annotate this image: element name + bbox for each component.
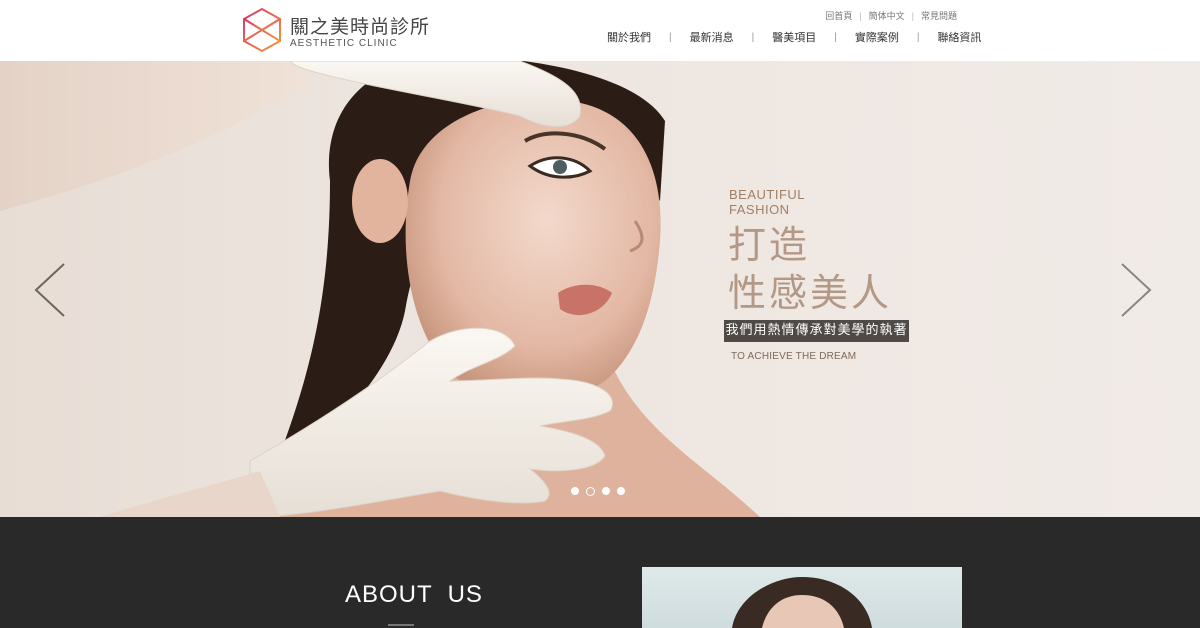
nav-separator: |: [916, 31, 920, 43]
nav-news[interactable]: 最新消息: [690, 29, 734, 45]
brand-name-english: AESTHETIC CLINIC: [290, 38, 398, 49]
hero-tagline-line-1: BEAUTIFUL: [729, 187, 806, 202]
about-title: ABOUT US: [345, 581, 483, 608]
nav-separator: |: [751, 31, 755, 43]
hero-tagline-line-2: FASHION: [729, 202, 790, 217]
about-section: ABOUT US: [0, 517, 1200, 628]
hero-subtitle: TO ACHIEVE THE DREAM: [731, 351, 857, 362]
hero-title-line-1: 打造: [728, 223, 811, 267]
slide-dot-1[interactable]: [571, 487, 579, 495]
link-separator: |: [859, 10, 862, 21]
clinic-logo-icon[interactable]: [241, 7, 283, 53]
hero-banner-text: 我們用熱情傳承對美學的執著: [724, 320, 909, 342]
slider-pagination: [571, 486, 625, 496]
brand-name-chinese: 關之美時尚診所: [290, 16, 431, 38]
hero-title: 打造 性感美人: [728, 221, 892, 317]
title-underline: [388, 624, 414, 626]
hero-slider: BEAUTIFUL FASHION 打造 性感美人 我們用熱情傳承對美學的執著 …: [0, 61, 1200, 517]
slide-dot-4[interactable]: [617, 487, 625, 495]
simplified-chinese-link[interactable]: 簡体中文: [869, 9, 905, 22]
slide-dot-3[interactable]: [602, 487, 610, 495]
hero-model-photo: [0, 61, 760, 517]
link-separator: |: [911, 10, 914, 21]
chevron-right-icon[interactable]: [1116, 261, 1156, 319]
main-navigation: 關於我們 | 最新消息 | 醫美項目 | 實際案例 | 聯絡資訊: [607, 29, 981, 45]
nav-contact[interactable]: 聯絡資訊: [937, 29, 981, 45]
nav-cases[interactable]: 實際案例: [855, 29, 899, 45]
site-header: 關之美時尚診所 AESTHETIC CLINIC 回首頁 | 簡体中文 | 常見…: [0, 0, 1200, 61]
nav-services[interactable]: 醫美項目: [772, 29, 816, 45]
faq-link[interactable]: 常見問題: [921, 9, 957, 22]
home-link[interactable]: 回首頁: [825, 9, 852, 22]
nav-separator: |: [834, 31, 837, 43]
about-photo: [642, 567, 962, 628]
hero-title-line-2: 性感美人: [728, 271, 893, 315]
utility-links: 回首頁 | 簡体中文 | 常見問題: [825, 9, 957, 22]
hero-tagline: BEAUTIFUL FASHION: [729, 187, 805, 217]
slide-dot-2-active[interactable]: [586, 486, 595, 496]
nav-separator: |: [669, 31, 672, 43]
nav-about-us[interactable]: 關於我們: [607, 29, 651, 45]
chevron-left-icon[interactable]: [30, 261, 70, 319]
about-model-image: [732, 577, 872, 628]
